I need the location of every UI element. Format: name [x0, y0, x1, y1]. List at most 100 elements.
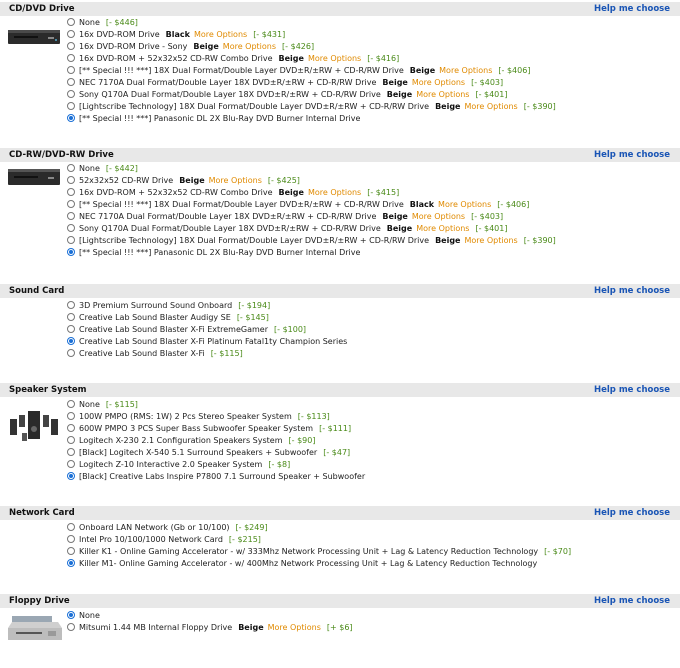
option-row[interactable]: Logitech Z-10 Interactive 2.0 Speaker Sy…: [67, 459, 365, 471]
help-me-choose-link[interactable]: Help me choose: [594, 596, 670, 606]
more-options-link[interactable]: More Options: [308, 54, 361, 63]
option-radio[interactable]: [67, 211, 75, 220]
option-row[interactable]: None [- $442]: [67, 163, 556, 175]
option-radio[interactable]: [67, 558, 75, 567]
option-row[interactable]: NEC 7170A Dual Format/Double Layer 18X D…: [67, 211, 556, 223]
option-label: 16x DVD-ROM Drive - Sony: [79, 42, 188, 51]
option-row[interactable]: NEC 7170A Dual Format/Double Layer 18X D…: [67, 77, 556, 89]
option-row[interactable]: 100W PMPO (RMS: 1W) 2 Pcs Stereo Speaker…: [67, 411, 365, 423]
option-label: 3D Premium Surround Sound Onboard: [79, 301, 233, 310]
option-radio[interactable]: [67, 41, 75, 50]
option-row[interactable]: Intel Pro 10/100/1000 Network Card [- $21…: [67, 534, 571, 546]
option-radio[interactable]: [67, 101, 75, 110]
more-options-link[interactable]: More Options: [439, 66, 492, 75]
option-radio[interactable]: [67, 65, 75, 74]
option-radio[interactable]: [67, 348, 75, 357]
option-radio[interactable]: [67, 534, 75, 543]
option-row[interactable]: 16x DVD-ROM + 52x32x52 CD-RW Combo Drive…: [67, 187, 556, 199]
option-row[interactable]: [Black] Creative Labs Inspire P7800 7.1 …: [67, 471, 365, 483]
option-radio[interactable]: [67, 17, 75, 26]
section-title: CD/DVD Drive: [9, 4, 75, 14]
option-radio[interactable]: [67, 423, 75, 432]
option-radio[interactable]: [67, 113, 75, 122]
more-options-link[interactable]: More Options: [268, 623, 321, 632]
help-me-choose-link[interactable]: Help me choose: [594, 150, 670, 160]
help-me-choose-link[interactable]: Help me choose: [594, 508, 670, 518]
option-radio[interactable]: [67, 324, 75, 333]
option-row[interactable]: 3D Premium Surround Sound Onboard [- $194…: [67, 300, 347, 312]
option-row[interactable]: 600W PMPO 3 PCS Super Bass Subwoofer Spe…: [67, 423, 365, 435]
option-radio[interactable]: [67, 447, 75, 456]
option-radio[interactable]: [67, 300, 75, 309]
option-radio[interactable]: [67, 471, 75, 480]
more-options-link[interactable]: More Options: [464, 102, 517, 111]
option-radio[interactable]: [67, 312, 75, 321]
option-row[interactable]: [Lightscribe Technology] 18X Dual Format…: [67, 235, 556, 247]
section-title: CD-RW/DVD-RW Drive: [9, 150, 114, 160]
option-radio[interactable]: [67, 235, 75, 244]
option-row[interactable]: Creative Lab Sound Blaster X-Fi ExtremeG…: [67, 324, 347, 336]
option-radio[interactable]: [67, 89, 75, 98]
option-radio[interactable]: [67, 163, 75, 172]
option-row[interactable]: [** Special !!! ***] Panasonic DL 2X Blu…: [67, 113, 556, 125]
option-row[interactable]: Logitech X-230 2.1 Configuration Speaker…: [67, 435, 365, 447]
option-row[interactable]: Creative Lab Sound Blaster Audigy SE [- $…: [67, 312, 347, 324]
option-row[interactable]: [** Special !!! ***] 18X Dual Format/Dou…: [67, 199, 556, 211]
more-options-link[interactable]: More Options: [412, 212, 465, 221]
option-radio[interactable]: [67, 29, 75, 38]
option-row[interactable]: Sony Q170A Dual Format/Double Layer 18X …: [67, 223, 556, 235]
option-price: [- $90]: [288, 436, 316, 445]
option-radio[interactable]: [67, 522, 75, 531]
option-row[interactable]: None [- $115]: [67, 399, 365, 411]
option-row[interactable]: Mitsumi 1.44 MB Internal Floppy Drive Bei…: [67, 622, 353, 634]
help-me-choose-link[interactable]: Help me choose: [594, 385, 670, 395]
option-radio[interactable]: [67, 199, 75, 208]
option-radio[interactable]: [67, 223, 75, 232]
option-row[interactable]: 52x32x52 CD-RW Drive Beige More Options [- …: [67, 175, 556, 187]
option-radio[interactable]: [67, 77, 75, 86]
more-options-link[interactable]: More Options: [438, 200, 491, 209]
help-me-choose-link[interactable]: Help me choose: [594, 286, 670, 296]
option-radio[interactable]: [67, 622, 75, 631]
more-options-link[interactable]: More Options: [416, 224, 469, 233]
option-row[interactable]: Killer K1 - Online Gaming Accelerator - …: [67, 546, 571, 558]
option-radio[interactable]: [67, 336, 75, 345]
option-label: Creative Lab Sound Blaster X-Fi ExtremeG…: [79, 325, 269, 334]
option-row[interactable]: [** Special !!! ***] 18X Dual Format/Dou…: [67, 65, 556, 77]
option-radio[interactable]: [67, 435, 75, 444]
option-radio[interactable]: [67, 459, 75, 468]
more-options-link[interactable]: More Options: [416, 90, 469, 99]
more-options-link[interactable]: More Options: [194, 30, 247, 39]
option-radio[interactable]: [67, 175, 75, 184]
option-row[interactable]: [** Special !!! ***] Panasonic DL 2X Blu…: [67, 247, 556, 259]
option-radio[interactable]: [67, 546, 75, 555]
option-row[interactable]: 16x DVD-ROM Drive Black More Options [- $43…: [67, 29, 556, 41]
more-options-link[interactable]: More Options: [308, 188, 361, 197]
more-options-link[interactable]: More Options: [412, 78, 465, 87]
option-row[interactable]: 16x DVD-ROM Drive - Sony Beige More Option…: [67, 41, 556, 53]
option-radio[interactable]: [67, 610, 75, 619]
option-radio[interactable]: [67, 399, 75, 408]
option-radio[interactable]: [67, 187, 75, 196]
options-list: None [- $446] 16x DVD-ROM Drive Black More O…: [67, 17, 556, 125]
option-row[interactable]: Sony Q170A Dual Format/Double Layer 18X …: [67, 89, 556, 101]
option-row[interactable]: None: [67, 610, 353, 622]
option-row[interactable]: Creative Lab Sound Blaster X-Fi [- $115]: [67, 348, 347, 360]
option-row[interactable]: [Black] Logitech X-540 5.1 Surround Spea…: [67, 447, 365, 459]
section-title: Speaker System: [9, 385, 87, 395]
option-row[interactable]: [Lightscribe Technology] 18X Dual Format…: [67, 101, 556, 113]
option-row[interactable]: None [- $446]: [67, 17, 556, 29]
option-row[interactable]: Creative Lab Sound Blaster X-Fi Platinum…: [67, 336, 347, 348]
help-me-choose-link[interactable]: Help me choose: [594, 4, 670, 14]
option-row[interactable]: Onboard LAN Network (Gb or 10/100) [- $24…: [67, 522, 571, 534]
option-radio[interactable]: [67, 53, 75, 62]
option-label: NEC 7170A Dual Format/Double Layer 18X D…: [79, 78, 377, 87]
option-radio[interactable]: [67, 411, 75, 420]
more-options-link[interactable]: More Options: [209, 176, 262, 185]
option-radio[interactable]: [67, 247, 75, 256]
more-options-link[interactable]: More Options: [223, 42, 276, 51]
more-options-link[interactable]: More Options: [464, 236, 517, 245]
option-row[interactable]: 16x DVD-ROM + 52x32x52 CD-RW Combo Drive…: [67, 53, 556, 65]
option-row[interactable]: Killer M1- Online Gaming Accelerator - w…: [67, 558, 571, 570]
option-color: Beige: [386, 224, 413, 233]
